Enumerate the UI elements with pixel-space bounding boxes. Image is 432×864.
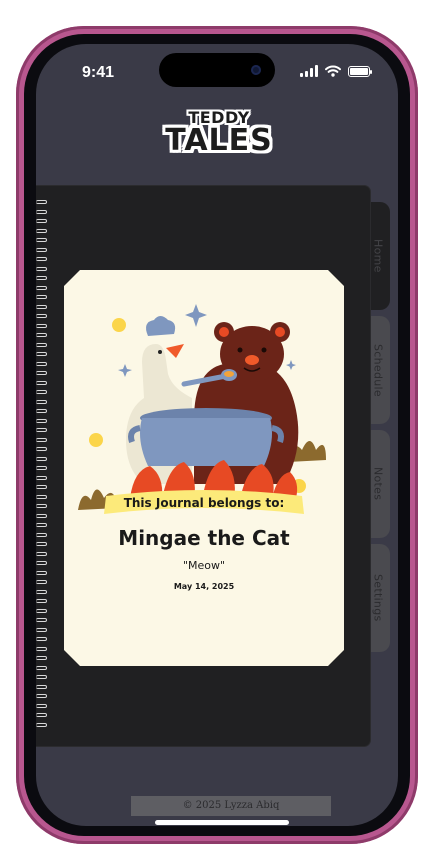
spiral-coil xyxy=(36,523,47,527)
spiral-coil xyxy=(36,618,47,622)
spiral-coil xyxy=(36,713,47,717)
spiral-coil xyxy=(36,247,47,252)
spiral-coil xyxy=(36,475,47,480)
spiral-coil xyxy=(36,399,47,404)
spiral-coil xyxy=(36,266,47,271)
spiral-coil xyxy=(36,219,47,223)
spiral-coil xyxy=(36,608,47,613)
chef-hat xyxy=(146,316,176,336)
tab-notes-label: Notes xyxy=(371,467,385,501)
goose-beak xyxy=(166,344,184,358)
spiral-coil xyxy=(36,532,47,537)
star-icon xyxy=(118,364,132,377)
owner-quote: "Meow" xyxy=(182,559,226,572)
spiral-coil xyxy=(36,494,47,499)
app-screen: 9:41 TEDDY TALES Home Schedule Notes Set… xyxy=(36,44,398,826)
spiral-coil xyxy=(36,703,47,708)
logo-line-2: TALES xyxy=(165,123,273,158)
spiral-coil xyxy=(36,409,47,413)
spiral-coil xyxy=(36,361,47,366)
spiral-coil xyxy=(36,675,47,679)
belongs-banner: This Journal belongs to: xyxy=(104,490,304,514)
spiral-coil xyxy=(36,200,47,204)
spiral-coil xyxy=(36,646,47,651)
owner-name: Mingae the Cat xyxy=(118,526,290,550)
spiral-coil xyxy=(36,285,47,290)
spiral-coil xyxy=(36,466,47,470)
spiral-coil xyxy=(36,390,47,394)
bear-ear-inner xyxy=(219,327,229,337)
spiral-coil xyxy=(36,599,47,603)
spiral-binding-icon xyxy=(36,200,48,734)
spiral-coil xyxy=(36,684,47,689)
spiral-coil xyxy=(36,504,47,508)
bear-nose xyxy=(245,355,259,365)
cover-illustration xyxy=(78,304,326,510)
battery-icon xyxy=(348,65,372,77)
spiral-coil xyxy=(36,371,47,375)
spiral-coil xyxy=(36,665,47,670)
status-bar: 9:41 xyxy=(36,44,398,102)
spiral-coil xyxy=(36,418,47,423)
spiral-coil xyxy=(36,323,47,328)
goose-eye xyxy=(158,350,162,354)
spiral-coil xyxy=(36,542,47,546)
spiral-coil xyxy=(36,352,47,356)
star-icon xyxy=(286,360,296,370)
sparkle-dot xyxy=(112,318,126,332)
status-time: 9:41 xyxy=(82,64,115,81)
spiral-coil xyxy=(36,238,47,242)
spiral-coil xyxy=(36,570,47,575)
spiral-coil xyxy=(36,722,47,727)
spiral-coil xyxy=(36,627,47,632)
spiral-coil xyxy=(36,276,47,280)
spiral-coil xyxy=(36,342,47,347)
spiral-coil xyxy=(36,257,47,261)
spiral-coil xyxy=(36,209,47,214)
camera-icon xyxy=(251,65,261,75)
spiral-coil xyxy=(36,228,47,233)
spiral-coil xyxy=(36,304,47,309)
bear-eye xyxy=(261,347,267,353)
spiral-coil xyxy=(36,580,47,584)
status-icons xyxy=(300,64,372,78)
tab-home-label: Home xyxy=(371,239,385,273)
journal-cover[interactable]: This Journal belongs to: Mingae the Cat … xyxy=(64,270,344,666)
spiral-coil xyxy=(36,295,47,299)
spiral-coil xyxy=(36,485,47,489)
app-logo: TEDDY TALES xyxy=(162,108,276,168)
spoon-soup xyxy=(224,371,234,377)
spiral-coil xyxy=(36,637,47,641)
spiral-coil xyxy=(36,561,47,565)
spiral-coil xyxy=(36,589,47,594)
journal-date: May 14, 2025 xyxy=(173,582,235,591)
spiral-coil xyxy=(36,456,47,461)
bear-ear-inner xyxy=(275,327,285,337)
spiral-coil xyxy=(36,447,47,451)
spiral-coil xyxy=(36,513,47,518)
spiral-coil xyxy=(36,333,47,337)
spiral-coil xyxy=(36,314,47,318)
signal-icon xyxy=(300,65,318,77)
cooking-pot xyxy=(140,418,272,466)
home-indicator[interactable] xyxy=(155,820,289,825)
spiral-coil xyxy=(36,380,47,385)
spiral-coil xyxy=(36,694,47,698)
tab-settings-label: Settings xyxy=(371,574,385,622)
copyright-footer: © 2025 Lyzza Abiq xyxy=(131,796,331,816)
dynamic-island xyxy=(159,53,275,87)
spiral-coil xyxy=(36,437,47,442)
spiral-coil xyxy=(36,551,47,556)
star-icon xyxy=(185,304,207,327)
tab-schedule-label: Schedule xyxy=(371,343,385,397)
bear-eye xyxy=(237,347,243,353)
sparkle-dot xyxy=(89,433,103,447)
spiral-coil xyxy=(36,656,47,660)
spiral-coil xyxy=(36,428,47,432)
wifi-icon xyxy=(325,65,341,77)
banner-text: This Journal belongs to: xyxy=(124,496,285,510)
